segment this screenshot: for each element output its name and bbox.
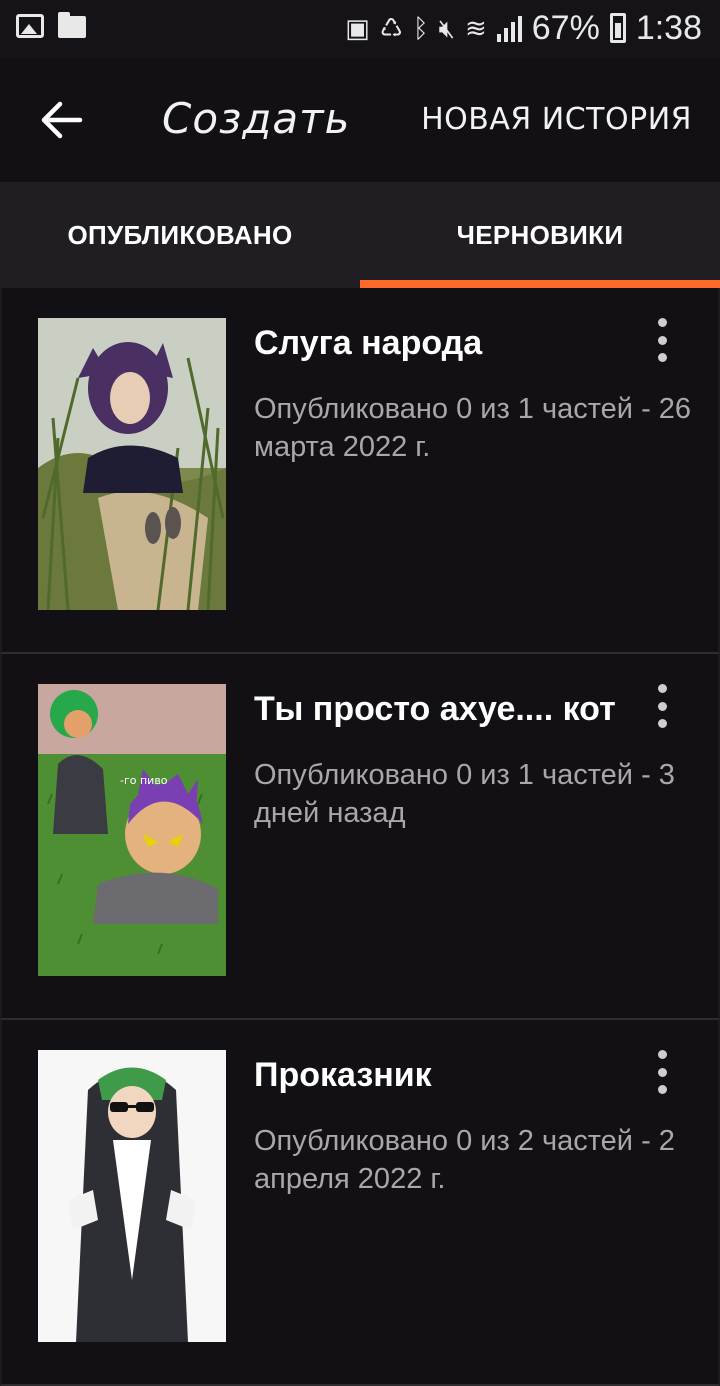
story-item[interactable]: Слуга народа Опубликовано 0 из 1 частей …	[0, 288, 720, 654]
folder-icon	[58, 12, 86, 38]
recycle-icon: ♺	[379, 13, 403, 43]
story-meta: Опубликовано 0 из 2 частей - 2 апреля 20…	[254, 1125, 675, 1195]
story-title[interactable]: Слуга народа	[254, 324, 654, 363]
new-story-button[interactable]: НОВАЯ ИСТОРИЯ	[421, 102, 692, 137]
battery-saver-icon: ▣	[345, 13, 370, 43]
story-meta: Опубликовано 0 из 1 частей - 3 дней наза…	[254, 759, 675, 829]
cover-caption: -го пиво	[120, 774, 168, 787]
bluetooth-icon: ᛒ	[412, 13, 429, 43]
arrow-left-icon	[41, 101, 83, 139]
tab-drafts[interactable]: ЧЕРНОВИКИ	[360, 182, 720, 288]
battery-icon	[609, 13, 626, 43]
clock: 1:38	[635, 8, 702, 47]
battery-percent: 67%	[531, 8, 600, 47]
more-options-icon[interactable]	[652, 1050, 672, 1094]
image-icon	[16, 14, 44, 38]
story-list: Слуга народа Опубликовано 0 из 1 частей …	[0, 288, 720, 1386]
story-item[interactable]: -го пиво Ты просто ахуе.... кот Опублико…	[0, 654, 720, 1020]
tab-published[interactable]: ОПУБЛИКОВАНО	[0, 182, 360, 288]
story-cover-image[interactable]	[38, 1050, 226, 1342]
more-options-icon[interactable]	[652, 318, 672, 362]
mute-icon: 🔇︎	[438, 13, 455, 43]
signal-icon	[496, 14, 522, 42]
back-button[interactable]	[40, 98, 84, 142]
story-title[interactable]: Ты просто ахуе.... кот	[254, 690, 654, 729]
story-cover-image[interactable]: -го пиво	[38, 684, 226, 976]
story-title[interactable]: Проказник	[254, 1056, 654, 1095]
tab-bar: ОПУБЛИКОВАНО ЧЕРНОВИКИ	[0, 182, 720, 288]
story-cover-image[interactable]	[38, 318, 226, 610]
status-bar: ▣ ♺ ᛒ 🔇︎ ≋ 67% 1:38	[0, 0, 720, 58]
page-title: Создать	[162, 94, 351, 143]
more-options-icon[interactable]	[652, 684, 672, 728]
app-bar: Создать НОВАЯ ИСТОРИЯ	[0, 58, 720, 182]
wifi-icon: ≋	[464, 13, 487, 43]
story-item[interactable]: Проказник Опубликовано 0 из 2 частей - 2…	[0, 1020, 720, 1386]
story-meta: Опубликовано 0 из 1 частей - 26 марта 20…	[254, 393, 692, 463]
